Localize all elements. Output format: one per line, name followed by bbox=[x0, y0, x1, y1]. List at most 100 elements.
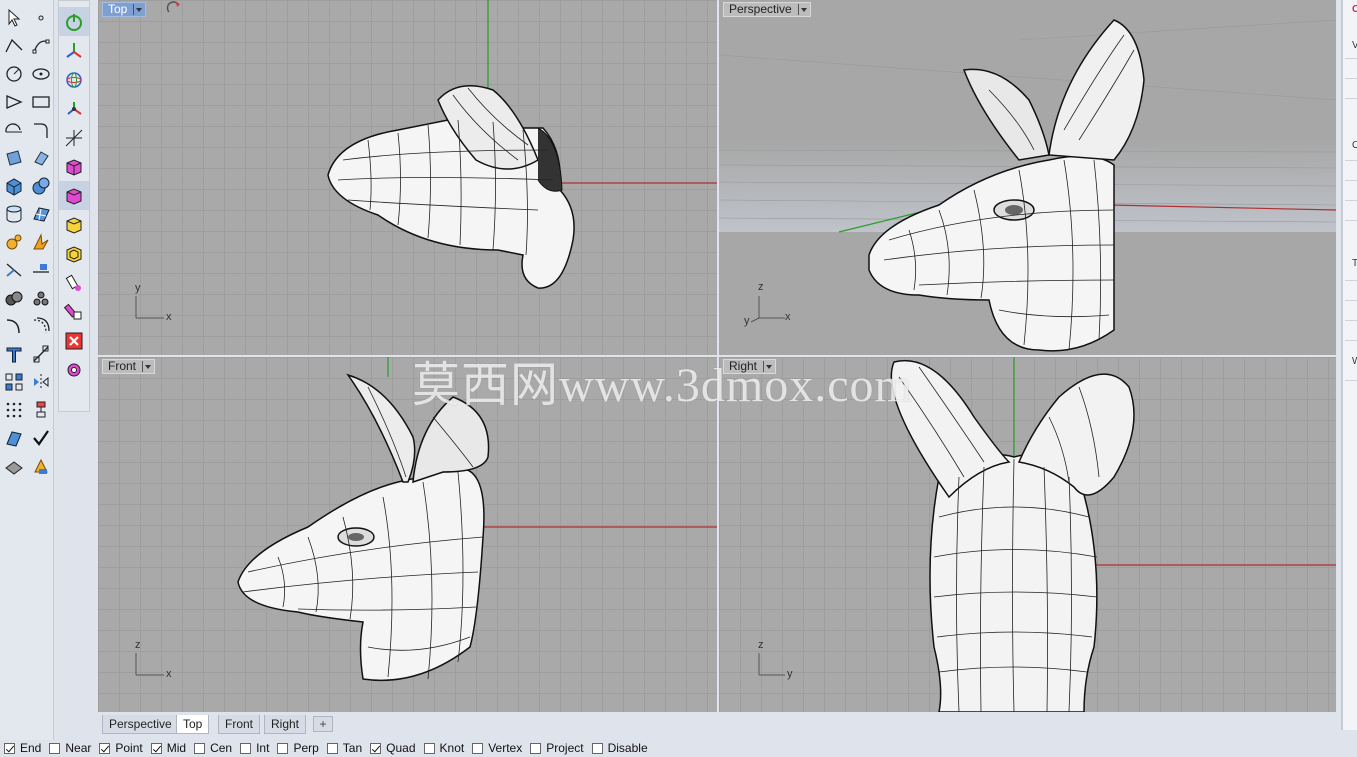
material-icon[interactable] bbox=[27, 452, 54, 480]
viewport-label-front[interactable]: Front bbox=[102, 359, 156, 374]
add-tab-button[interactable]: + bbox=[313, 716, 333, 732]
osnap-checkbox[interactable] bbox=[530, 742, 542, 754]
close-x-icon[interactable] bbox=[59, 326, 89, 355]
check-icon[interactable] bbox=[27, 424, 54, 452]
osnap-label: Tan bbox=[342, 741, 363, 755]
osnap-checkbox[interactable] bbox=[277, 742, 289, 754]
circle-icon[interactable] bbox=[0, 60, 27, 88]
rectangle-icon[interactable] bbox=[27, 88, 54, 116]
osnap-quad[interactable]: Quad bbox=[370, 741, 416, 755]
osnap-knot[interactable]: Knot bbox=[423, 741, 464, 755]
osnap-checkbox[interactable] bbox=[194, 742, 206, 754]
refresh-icon[interactable] bbox=[166, 0, 182, 16]
gumball-icon[interactable] bbox=[59, 36, 89, 65]
osnap-project[interactable]: Project bbox=[530, 741, 584, 755]
properties-panel-edge[interactable]: C V O T W bbox=[1341, 0, 1357, 730]
mesh-icon[interactable] bbox=[27, 200, 54, 228]
array-icon[interactable] bbox=[0, 368, 27, 396]
select-arrow-icon[interactable] bbox=[0, 4, 27, 32]
transform-gear-icon[interactable] bbox=[0, 228, 27, 256]
osnap-int[interactable]: Int bbox=[240, 741, 269, 755]
viewport-title: Perspective bbox=[729, 2, 792, 16]
kangaroo-head-right-model bbox=[890, 360, 1135, 712]
main-toolbar-left bbox=[0, 0, 54, 740]
polyline-icon[interactable] bbox=[0, 32, 27, 60]
osnap-cen[interactable]: Cen bbox=[194, 741, 232, 755]
osnap-perp[interactable]: Perp bbox=[277, 741, 319, 755]
cylinder-icon[interactable] bbox=[0, 200, 27, 228]
explode-icon[interactable] bbox=[27, 228, 54, 256]
viewport-menu-icon[interactable] bbox=[142, 361, 152, 372]
tab-perspective[interactable]: Perspective bbox=[102, 715, 179, 734]
viewport-top[interactable]: Top y x bbox=[98, 0, 717, 355]
osnap-point[interactable]: Point bbox=[99, 741, 143, 755]
osnap-checkbox[interactable] bbox=[4, 742, 15, 754]
osnap-checkbox[interactable] bbox=[370, 742, 382, 754]
analyze-surface-icon[interactable] bbox=[0, 424, 27, 452]
tab-right[interactable]: Right bbox=[264, 715, 307, 734]
panel-label: W bbox=[1352, 356, 1357, 367]
tab-top[interactable]: Top bbox=[176, 715, 210, 734]
viewport-label-top[interactable]: Top bbox=[102, 2, 147, 17]
viewport-menu-icon[interactable] bbox=[133, 4, 143, 15]
boolean-union-icon[interactable] bbox=[0, 284, 27, 312]
curve-icon[interactable] bbox=[27, 32, 54, 60]
viewport-label-perspective[interactable]: Perspective bbox=[723, 2, 811, 17]
box-edit-icon[interactable] bbox=[59, 152, 89, 181]
move-axes-icon[interactable] bbox=[59, 123, 89, 152]
osnap-label: Near bbox=[65, 741, 92, 755]
dimension-icon[interactable] bbox=[27, 340, 54, 368]
render-shape-icon[interactable] bbox=[0, 452, 27, 480]
axis-label-x: x bbox=[166, 311, 172, 323]
box-solid-icon[interactable] bbox=[0, 172, 27, 200]
grid-snap-icon[interactable] bbox=[0, 396, 27, 424]
sphere-solid-icon[interactable] bbox=[27, 172, 54, 200]
fillet-edge-icon[interactable] bbox=[0, 312, 27, 340]
osnap-checkbox[interactable] bbox=[326, 742, 338, 754]
osnap-checkbox[interactable] bbox=[99, 742, 111, 754]
osnap-checkbox[interactable] bbox=[49, 742, 61, 754]
rotate-view-icon[interactable] bbox=[59, 65, 89, 94]
viewport-perspective[interactable]: Perspective z y x bbox=[719, 0, 1336, 355]
point-icon[interactable] bbox=[27, 4, 54, 32]
eraser-pen-icon[interactable] bbox=[59, 268, 89, 297]
trim-icon[interactable] bbox=[0, 256, 27, 284]
fillet-curve-icon[interactable] bbox=[27, 116, 54, 144]
axes-icon[interactable] bbox=[59, 94, 89, 123]
paint-brush-icon[interactable] bbox=[59, 297, 89, 326]
osnap-checkbox[interactable] bbox=[150, 742, 162, 754]
osnap-tan[interactable]: Tan bbox=[326, 741, 363, 755]
polygon-icon[interactable] bbox=[0, 88, 27, 116]
boolean-split-icon[interactable] bbox=[27, 284, 54, 312]
osnap-checkbox[interactable] bbox=[472, 742, 484, 754]
surface-from-curves-icon[interactable] bbox=[0, 144, 27, 172]
mirror-icon[interactable] bbox=[27, 368, 54, 396]
osnap-checkbox[interactable] bbox=[240, 742, 252, 754]
settings-gear-icon[interactable] bbox=[59, 355, 89, 384]
axis-label-y: y bbox=[787, 668, 793, 680]
align-icon[interactable] bbox=[27, 396, 54, 424]
box-wire-icon[interactable] bbox=[59, 239, 89, 268]
osnap-disable[interactable]: Disable bbox=[591, 741, 648, 755]
axis-label-y: y bbox=[744, 315, 750, 327]
osnap-label: Perp bbox=[293, 741, 319, 755]
text-object-icon[interactable] bbox=[0, 340, 27, 368]
ellipse-icon[interactable] bbox=[27, 60, 54, 88]
box-select-icon[interactable] bbox=[59, 181, 89, 210]
osnap-mid[interactable]: Mid bbox=[150, 741, 186, 755]
offset-icon[interactable] bbox=[27, 312, 54, 340]
power-icon[interactable] bbox=[59, 7, 89, 36]
osnap-checkbox[interactable] bbox=[591, 742, 603, 754]
viewport-menu-icon[interactable] bbox=[797, 4, 808, 15]
box-yellow-icon[interactable] bbox=[59, 210, 89, 239]
panel-tab-icon[interactable]: C bbox=[1352, 4, 1357, 15]
osnap-near[interactable]: Near bbox=[49, 741, 91, 755]
osnap-vertex[interactable]: Vertex bbox=[472, 741, 522, 755]
osnap-checkbox[interactable] bbox=[423, 742, 435, 754]
arc-icon[interactable] bbox=[0, 116, 27, 144]
tab-front[interactable]: Front bbox=[218, 715, 261, 734]
split-icon[interactable] bbox=[27, 256, 54, 284]
extrude-surface-icon[interactable] bbox=[27, 144, 54, 172]
panel-label: V bbox=[1352, 40, 1357, 51]
osnap-end[interactable]: End bbox=[4, 741, 41, 755]
